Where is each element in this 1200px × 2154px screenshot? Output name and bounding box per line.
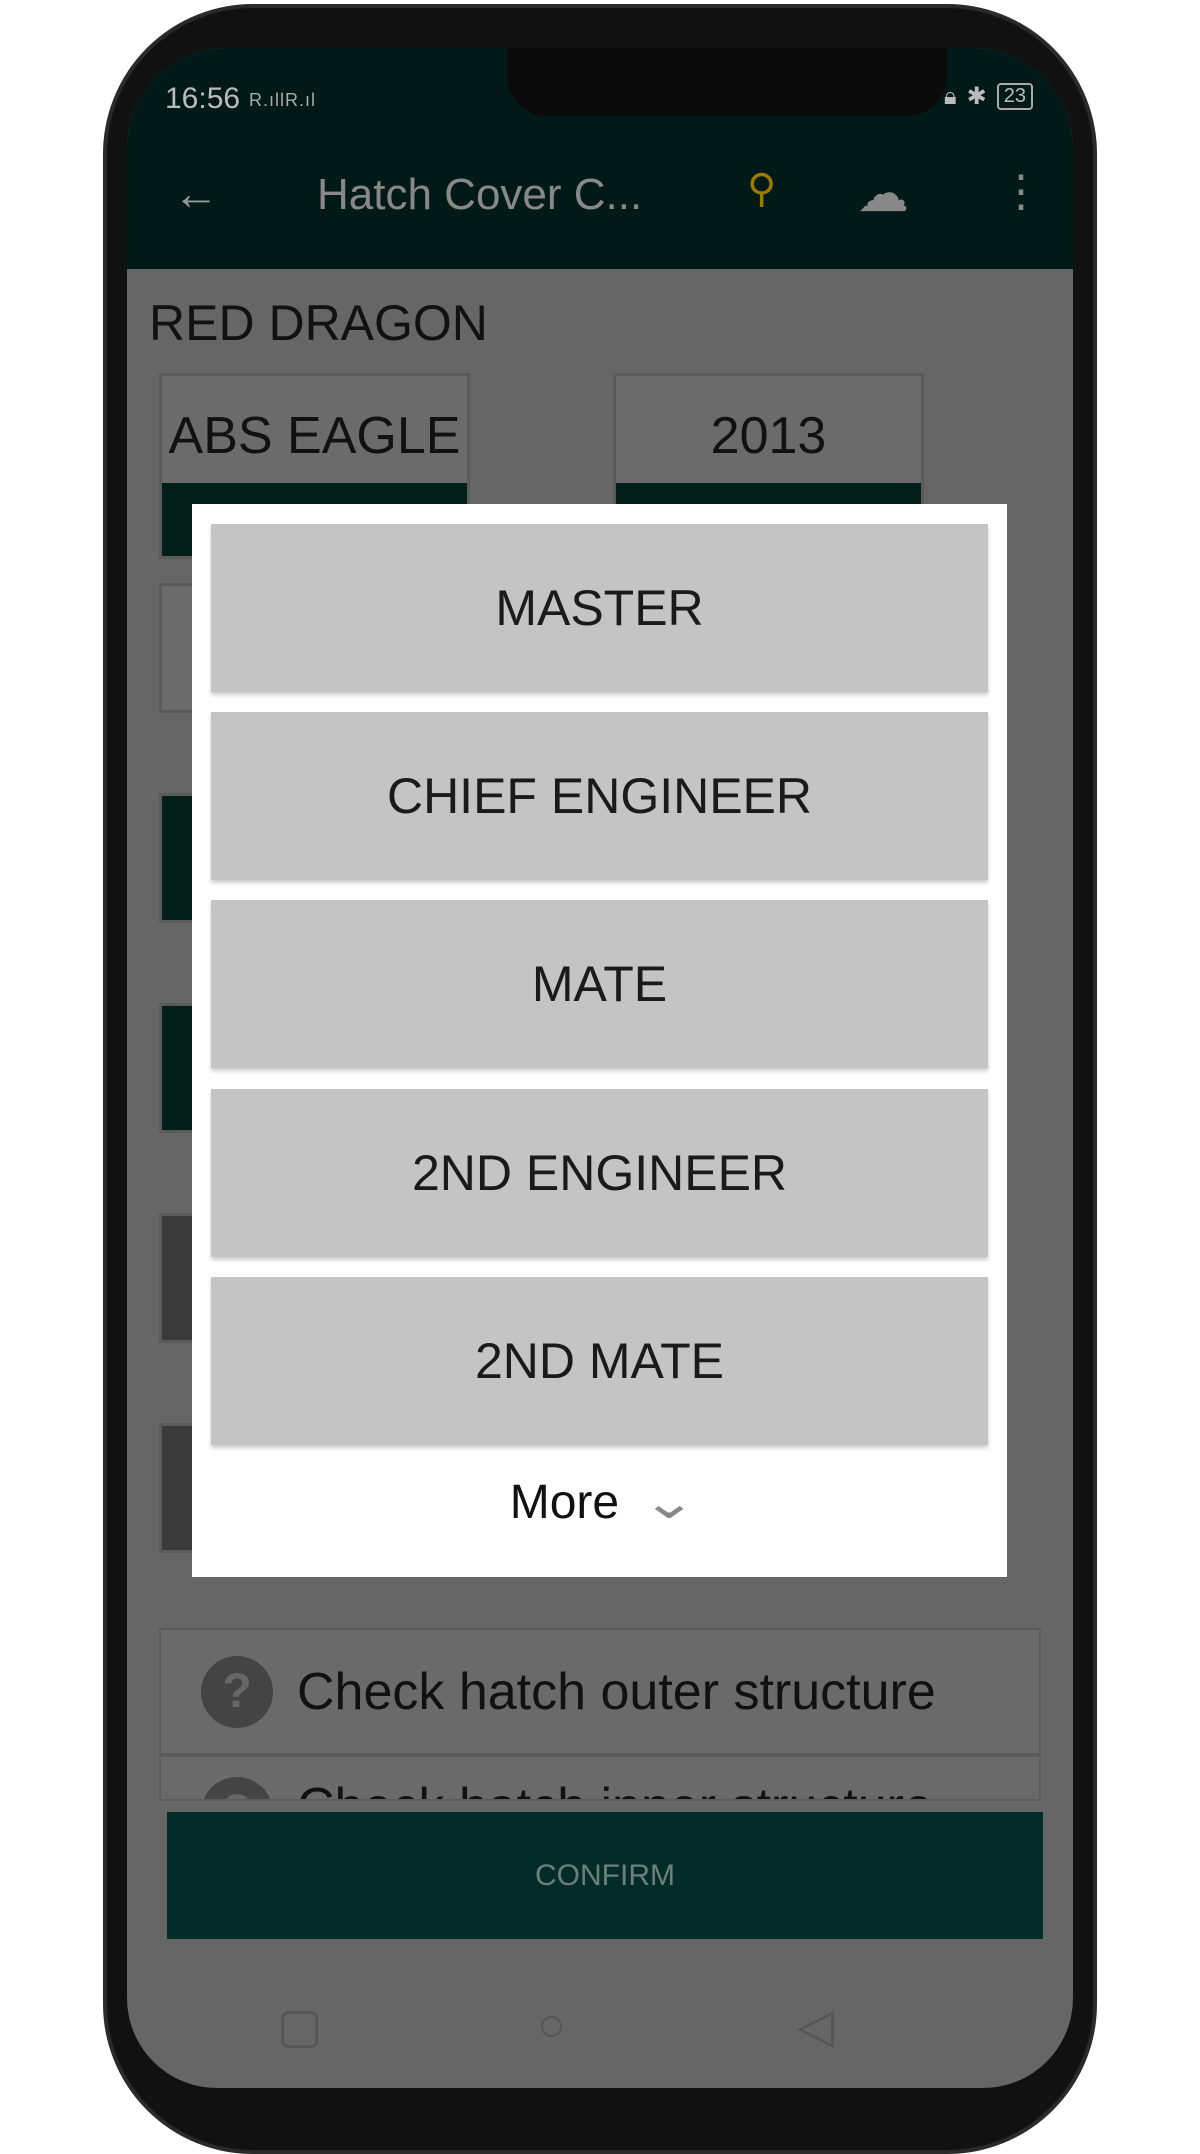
option-master[interactable]: MASTER	[211, 524, 988, 692]
more-vert-icon[interactable]: ⋮	[999, 166, 1043, 217]
option-2nd-engineer[interactable]: 2ND ENGINEER	[211, 1089, 988, 1257]
question-icon: ?	[201, 1777, 273, 1799]
back-nav-icon[interactable]: ◁	[797, 1998, 834, 2054]
role-select-dialog: MASTER CHIEF ENGINEER MATE 2ND ENGINEER …	[192, 504, 1007, 1577]
recents-icon[interactable]: ▢	[277, 1998, 322, 2054]
checklist-item[interactable]: ? Check hatch inner structure	[159, 1755, 1041, 1801]
rotation-lock-icon: 🔒︎	[943, 82, 957, 110]
more-button[interactable]: More ⌄	[192, 1474, 1007, 1530]
option-chief-engineer[interactable]: CHIEF ENGINEER	[211, 712, 988, 880]
bluetooth-icon: ✱	[966, 83, 987, 110]
camera-notch	[507, 48, 947, 116]
confirm-button[interactable]: CONFIRM	[167, 1812, 1043, 1939]
cloud-check-icon[interactable]: ☁	[857, 164, 909, 224]
status-icons: 🔒︎ ✱ 23	[944, 82, 1033, 111]
option-2nd-mate[interactable]: 2ND MATE	[211, 1277, 988, 1445]
question-icon: ?	[201, 1655, 273, 1728]
checklist-label: Check hatch inner structure	[297, 1777, 933, 1799]
page-title: Hatch Cover C...	[317, 170, 643, 219]
card-value: 2013	[710, 407, 827, 465]
card-value: ABS EAGLE	[168, 407, 461, 465]
status-time: 16:56	[165, 82, 241, 115]
battery-icon: 23	[996, 83, 1033, 110]
option-mate[interactable]: MATE	[211, 900, 988, 1068]
signal-icon: R.ıllR.ıl	[249, 90, 316, 110]
arrow-left-icon[interactable]: ←	[173, 166, 219, 220]
vessel-name: RED DRAGON	[149, 295, 488, 351]
checklist-label: Check hatch outer structure	[297, 1662, 936, 1721]
chevron-down-icon: ⌄	[641, 1476, 698, 1529]
location-clock-icon[interactable]: ⚲	[747, 166, 776, 212]
more-label: More	[509, 1476, 620, 1529]
home-icon[interactable]: ○	[537, 1998, 566, 2053]
checklist-item[interactable]: ? Check hatch outer structure	[159, 1628, 1041, 1755]
app-bar: 16:56 R.ıllR.ıl 🔒︎ ✱ 23 ← Hatch Cover C.…	[127, 48, 1073, 269]
